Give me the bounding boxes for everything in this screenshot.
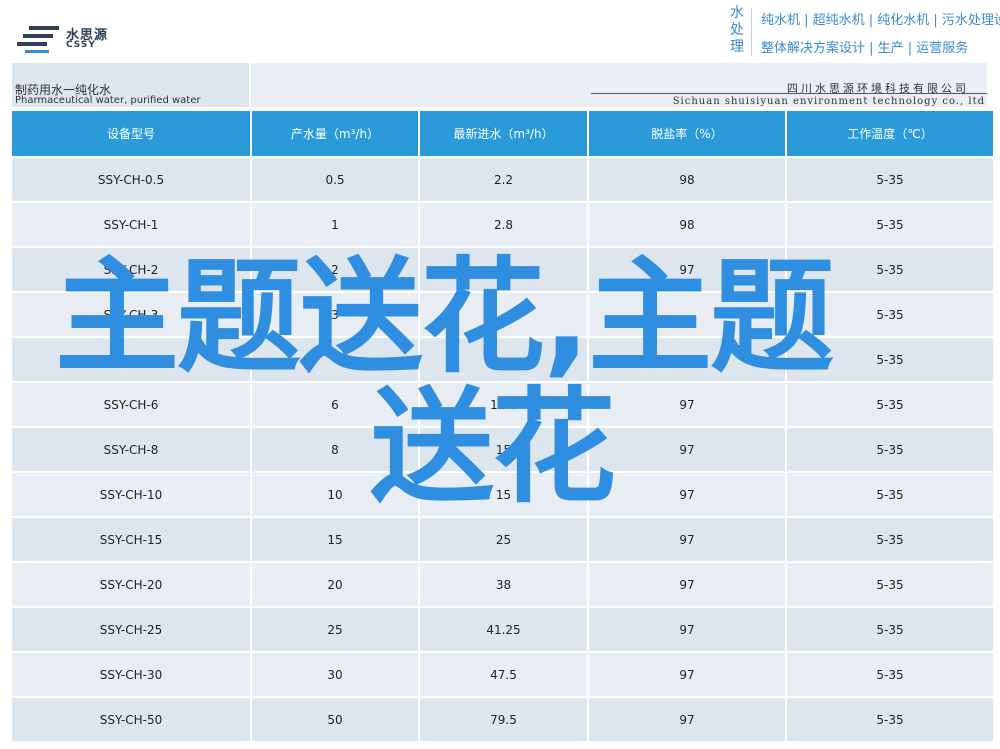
- cell-output: 10: [252, 473, 418, 516]
- cell-output: 20: [252, 563, 418, 606]
- cell-output: 0.5: [252, 158, 418, 201]
- cell-inflow: 2.8: [420, 203, 587, 246]
- cell-output: 25: [252, 608, 418, 651]
- cell-output: 30: [252, 653, 418, 696]
- table-row: SSY-CH-10 10 15 97 5-35: [12, 473, 993, 516]
- topic-services: 整体解决方案设计 | 生产 | 运营服务: [761, 41, 969, 56]
- cell-desalination: 97: [589, 428, 785, 471]
- cell-output: [252, 338, 418, 381]
- product-title-band: 制药用水一纯化水 Pharmaceutical water, purified …: [12, 63, 249, 107]
- cell-output: 2: [252, 248, 418, 291]
- company-name-en: Sichuan shuisiyuan environment technolog…: [672, 96, 985, 107]
- cell-desalination: 97: [589, 608, 785, 651]
- product-title-en: Pharmaceutical water, purified water: [15, 95, 201, 106]
- cell-desalination: 97: [589, 248, 785, 291]
- cell-inflow: 12.5: [420, 383, 587, 426]
- cell-temperature: 5-35: [787, 653, 993, 696]
- cell-model: SSY-CH-3: [12, 293, 250, 336]
- logo-name-en: CSSY: [66, 40, 96, 50]
- cell-desalination: [589, 293, 785, 336]
- header-desalination: 脱盐率（%）: [589, 111, 785, 156]
- table-row: SSY-CH-4 97 5-35: [12, 338, 993, 381]
- cell-model: SSY-CH-10: [12, 473, 250, 516]
- cell-model: SSY-CH-1: [12, 203, 250, 246]
- cell-output: 15: [252, 518, 418, 561]
- cell-temperature: 5-35: [787, 383, 993, 426]
- cell-model: SSY-CH-0.5: [12, 158, 250, 201]
- cell-output: 8: [252, 428, 418, 471]
- cell-desalination: 98: [589, 158, 785, 201]
- header-output: 产水量（m³/h）: [252, 111, 418, 156]
- cell-model: SSY-CH-30: [12, 653, 250, 696]
- table-row: SSY-CH-3 3 5-35: [12, 293, 993, 336]
- cell-temperature: 5-35: [787, 158, 993, 201]
- cell-model: SSY-CH-6: [12, 383, 250, 426]
- table-row: SSY-CH-50 50 79.5 97 5-35: [12, 698, 993, 741]
- company-divider: [591, 93, 987, 94]
- table-header-row: 设备型号 产水量（m³/h） 最新进水（m³/h） 脱盐率（%） 工作温度（℃）: [12, 111, 993, 156]
- topic-vertical-label: 水处理: [730, 5, 744, 55]
- company-band: 四川水思源环境科技有限公司 Sichuan shuisiyuan environ…: [251, 63, 987, 107]
- table-row: SSY-CH-6 6 12.5 97 5-35: [12, 383, 993, 426]
- cell-inflow: [420, 293, 587, 336]
- cell-temperature: 5-35: [787, 293, 993, 336]
- cell-inflow: 2.2: [420, 158, 587, 201]
- cell-inflow: 38: [420, 563, 587, 606]
- cell-temperature: 5-35: [787, 203, 993, 246]
- cell-inflow: 47.5: [420, 653, 587, 696]
- cell-output: 1: [252, 203, 418, 246]
- cell-temperature: 5-35: [787, 608, 993, 651]
- table-row: SSY-CH-0.5 0.5 2.2 98 5-35: [12, 158, 993, 201]
- topic-divider: [751, 8, 752, 56]
- cell-temperature: 5-35: [787, 563, 993, 606]
- cell-temperature: 5-35: [787, 428, 993, 471]
- cell-inflow: [420, 338, 587, 381]
- spec-table: 设备型号 产水量（m³/h） 最新进水（m³/h） 脱盐率（%） 工作温度（℃）…: [10, 109, 995, 743]
- cell-output: 3: [252, 293, 418, 336]
- cell-output: 50: [252, 698, 418, 741]
- cell-temperature: 5-35: [787, 698, 993, 741]
- table-row: SSY-CH-15 15 25 97 5-35: [12, 518, 993, 561]
- cell-inflow: 4.1: [420, 248, 587, 291]
- cell-desalination: 98: [589, 203, 785, 246]
- cell-inflow: 25: [420, 518, 587, 561]
- cell-temperature: 5-35: [787, 248, 993, 291]
- cell-model: SSY-CH-2: [12, 248, 250, 291]
- cell-desalination: 97: [589, 563, 785, 606]
- cell-desalination: 97: [589, 473, 785, 516]
- logo-icon: [17, 26, 59, 53]
- cell-model: SSY-CH-50: [12, 698, 250, 741]
- cell-model: SSY-CH-4: [12, 338, 250, 381]
- cell-inflow: 79.5: [420, 698, 587, 741]
- table-row: SSY-CH-30 30 47.5 97 5-35: [12, 653, 993, 696]
- header-inflow: 最新进水（m³/h）: [420, 111, 587, 156]
- cell-inflow: 15: [420, 473, 587, 516]
- cell-model: SSY-CH-25: [12, 608, 250, 651]
- table-row: SSY-CH-2 2 4.1 97 5-35: [12, 248, 993, 291]
- cell-desalination: 97: [589, 698, 785, 741]
- cell-desalination: 97: [589, 653, 785, 696]
- cell-inflow: 41.25: [420, 608, 587, 651]
- cell-output: 6: [252, 383, 418, 426]
- topic-products: 纯水机 | 超纯水机 | 纯化水机 | 污水处理设备: [761, 13, 1000, 28]
- cell-model: SSY-CH-8: [12, 428, 250, 471]
- cell-temperature: 5-35: [787, 518, 993, 561]
- cell-temperature: 5-35: [787, 338, 993, 381]
- table-row: SSY-CH-8 8 15 97 5-35: [12, 428, 993, 471]
- table-row: SSY-CH-20 20 38 97 5-35: [12, 563, 993, 606]
- cell-inflow: 15: [420, 428, 587, 471]
- table-row: SSY-CH-1 1 2.8 98 5-35: [12, 203, 993, 246]
- cell-desalination: 97: [589, 518, 785, 561]
- cell-model: SSY-CH-20: [12, 563, 250, 606]
- page-header: 水思源 CSSY 水处理 纯水机 | 超纯水机 | 纯化水机 | 污水处理设备 …: [0, 0, 1000, 62]
- cell-desalination: 97: [589, 383, 785, 426]
- table-row: SSY-CH-25 25 41.25 97 5-35: [12, 608, 993, 651]
- cell-desalination: 97: [589, 338, 785, 381]
- header-model: 设备型号: [12, 111, 250, 156]
- cell-temperature: 5-35: [787, 473, 993, 516]
- cell-model: SSY-CH-15: [12, 518, 250, 561]
- header-temperature: 工作温度（℃）: [787, 111, 993, 156]
